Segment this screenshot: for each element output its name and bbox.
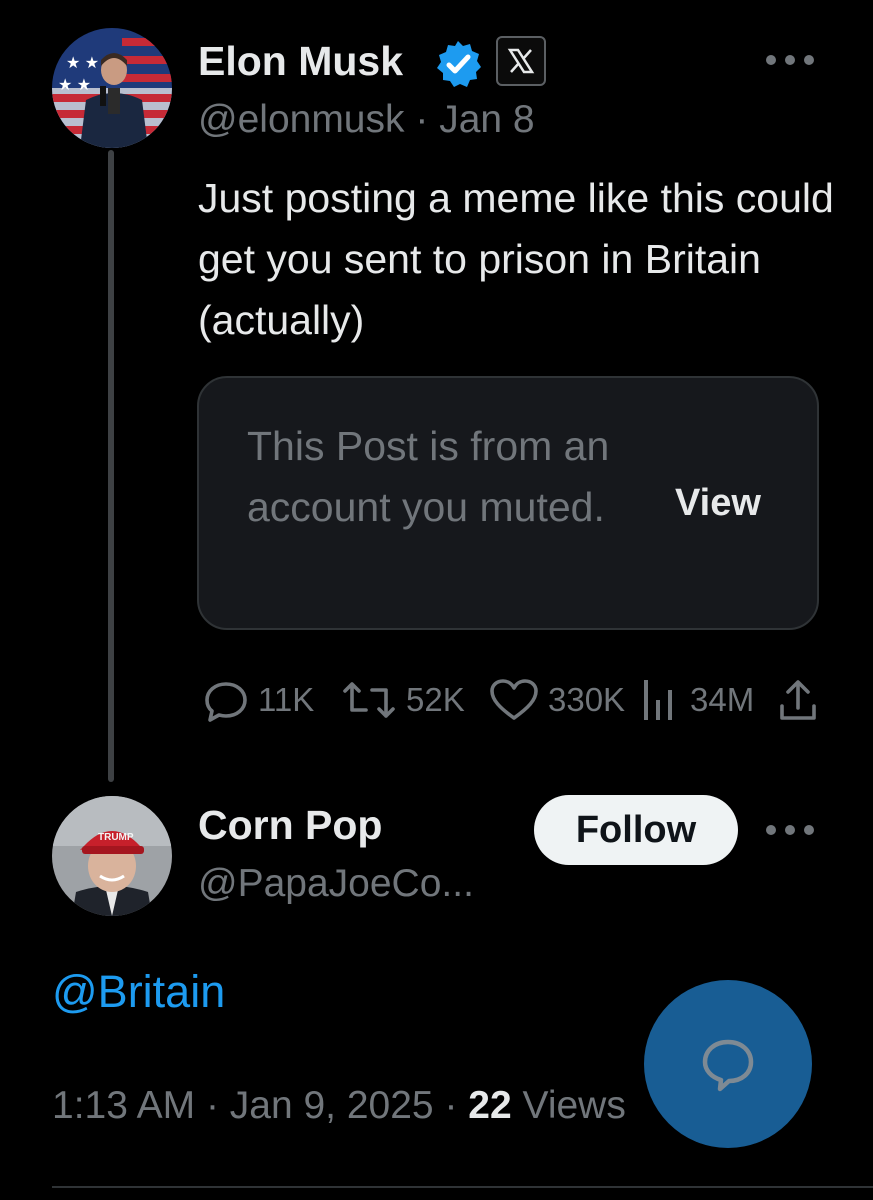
like-count: 330K (548, 681, 626, 718)
reply-author-name[interactable]: Corn Pop (198, 802, 382, 849)
follow-button[interactable]: Follow (534, 795, 738, 865)
verified-badge-icon[interactable] (432, 38, 484, 90)
avatar-elon-musk[interactable]: ★ ★ ★ ★ (52, 28, 172, 148)
reply-author-handle[interactable]: @PapaJoeCo... (198, 862, 474, 906)
compose-reply-fab[interactable] (644, 980, 812, 1148)
muted-post-card: This Post is from an account you muted. … (197, 376, 819, 630)
avatar-corn-pop-image: TRUMP (52, 796, 172, 916)
view-count: 34M (690, 681, 755, 718)
muted-notice-text: This Post is from an account you muted. (247, 423, 610, 530)
post-date[interactable]: Jan 8 (439, 98, 534, 141)
x-affiliate-icon[interactable] (496, 36, 546, 86)
more-options-icon[interactable] (766, 52, 814, 68)
svg-text:TRUMP: TRUMP (98, 832, 134, 843)
separator: · (205, 1084, 230, 1127)
views-label: Views (522, 1084, 626, 1127)
avatar-elon-image: ★ ★ ★ ★ (52, 28, 172, 148)
share-icon (780, 680, 816, 720)
view-muted-button[interactable]: View (675, 482, 761, 525)
like-button[interactable]: 330K (488, 672, 625, 728)
separator: · (444, 1084, 469, 1127)
reply-icon (205, 682, 247, 722)
reply-more-options-icon[interactable] (766, 822, 814, 838)
repost-count: 52K (406, 681, 465, 718)
post-full-date: Jan 9, 2025 (229, 1084, 434, 1127)
views-chart-icon (644, 680, 672, 720)
views-button[interactable]: 34M (638, 672, 754, 728)
action-bar: 11K 52K 330K 34M (198, 672, 838, 728)
separator: · (415, 98, 429, 141)
thread-connector-line (108, 150, 114, 782)
svg-text:★ ★: ★ ★ (58, 77, 91, 94)
reply-count: 11K (258, 681, 315, 718)
post-timestamp: 1:13 AM · Jan 9, 2025 · 22 Views (52, 1084, 626, 1128)
mention-link[interactable]: @Britain (52, 966, 225, 1018)
author-handle[interactable]: @elonmusk (198, 98, 405, 141)
tweet-text: Just posting a meme like this could get … (198, 175, 834, 343)
chat-bubble-icon (702, 1039, 754, 1092)
reply-button[interactable]: 11K (202, 672, 314, 728)
reply-view-count: 22 (468, 1084, 512, 1127)
repost-icon (343, 682, 395, 718)
divider (52, 1186, 873, 1188)
author-name[interactable]: Elon Musk (198, 38, 403, 85)
tweet-thread-page: ★ ★ ★ ★ Elon Musk @elonmusk · Jan 8 Just… (0, 0, 873, 1200)
share-button[interactable] (776, 672, 820, 728)
svg-text:★ ★: ★ ★ (66, 55, 99, 72)
repost-button[interactable]: 52K (340, 672, 465, 728)
post-time: 1:13 AM (52, 1084, 196, 1127)
heart-icon (490, 679, 538, 720)
x-logo-icon (507, 48, 535, 74)
avatar-corn-pop[interactable]: TRUMP (52, 796, 172, 916)
author-handle-date: @elonmusk · Jan 8 (198, 98, 535, 142)
